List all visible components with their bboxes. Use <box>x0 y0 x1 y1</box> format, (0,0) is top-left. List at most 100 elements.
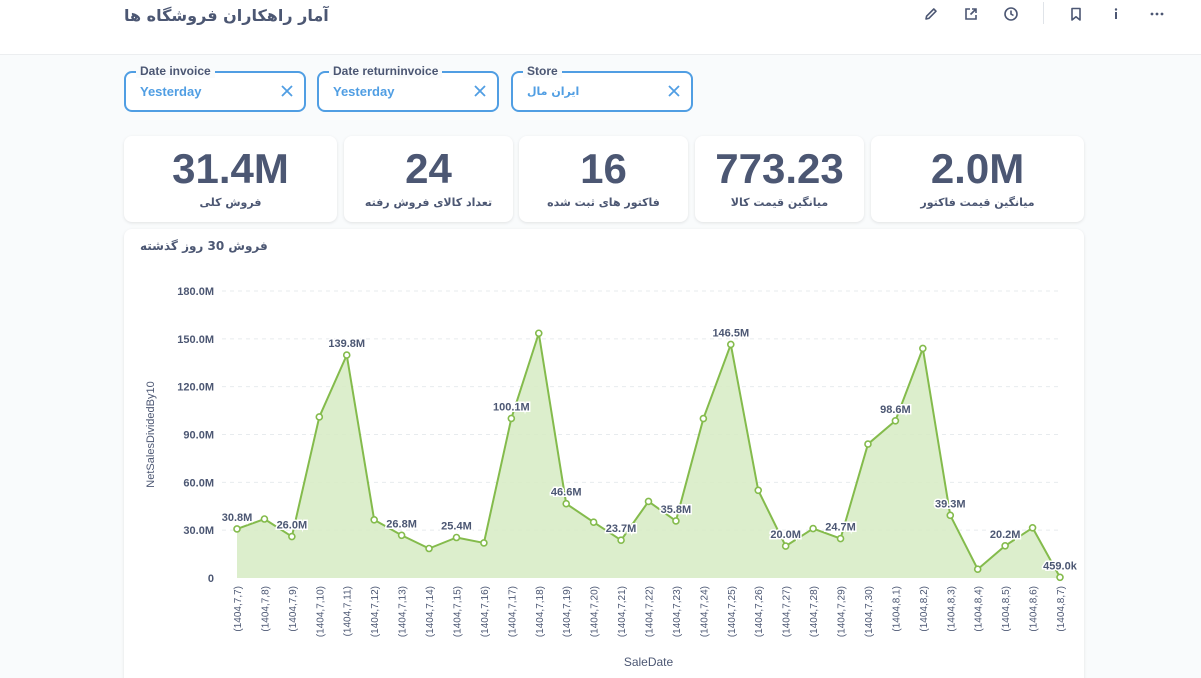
x-tick-label: (1404,7,13) <box>398 586 409 637</box>
close-icon[interactable] <box>280 84 294 98</box>
y-tick-label: 90.0M <box>183 430 214 442</box>
filter-date-returninvoice[interactable]: Date returninvoice Yesterday <box>317 64 499 112</box>
data-label: 24.7M <box>825 522 856 534</box>
data-label: 39.3M <box>935 498 966 510</box>
x-tick-label: (1404,7,10) <box>315 586 326 637</box>
data-point <box>754 486 763 495</box>
pencil-icon[interactable] <box>921 4 941 24</box>
kpi-card-avg-item-price: 773.23 میانگین قیمت کالا <box>695 136 864 222</box>
x-tick-label: (1404,7,9) <box>288 586 299 632</box>
data-point <box>507 414 516 423</box>
x-tick-label: (1404,7,12) <box>370 586 381 637</box>
dashboard-title: آمار راهکاران فروشگاه ها <box>124 6 329 25</box>
x-tick-label: (1404,7,20) <box>590 586 601 637</box>
data-label: 23.7M <box>606 523 637 535</box>
filter-value: Yesterday <box>140 84 202 99</box>
data-label: 20.0M <box>770 529 801 541</box>
x-tick-label: (1404,8,6) <box>1029 586 1040 632</box>
data-point <box>370 516 378 524</box>
x-tick-label: (1404,8,5) <box>1001 586 1012 632</box>
close-icon[interactable] <box>473 84 487 98</box>
ellipsis-icon[interactable] <box>1147 4 1167 24</box>
filter-label: Date returninvoice <box>329 64 443 78</box>
kpi-value: 2.0M <box>930 145 1025 192</box>
data-label: 98.6M <box>880 404 911 416</box>
data-point <box>973 565 982 574</box>
chart-title: فروش 30 روز گذشته <box>140 239 268 253</box>
y-tick-label: 180.0M <box>177 286 214 298</box>
x-tick-label: (1404,7,8) <box>260 586 271 632</box>
data-label: 25.4M <box>441 521 472 533</box>
kpi-value: 773.23 <box>715 145 844 192</box>
data-point <box>425 544 433 553</box>
y-tick-label: 120.0M <box>177 382 214 394</box>
x-tick-label: (1404,7,29) <box>837 586 848 637</box>
kpi-card-total-sales: 31.4M فروش کلی <box>124 136 337 222</box>
kpi-label: میانگین قیمت فاکتور <box>920 196 1035 209</box>
data-point <box>836 534 845 543</box>
data-point <box>699 414 708 423</box>
kpi-label: تعداد کالای فروش رفته <box>364 196 493 209</box>
x-tick-label: (1404,7,16) <box>480 586 491 637</box>
data-point <box>946 511 955 520</box>
data-label: 26.0M <box>277 520 308 532</box>
x-tick-label: (1404,7,30) <box>864 586 875 637</box>
kpi-card-items-sold: 24 تعداد کالای فروش رفته <box>344 136 513 222</box>
data-point <box>644 497 653 506</box>
kpi-label: میانگین قیمت کالا <box>730 196 829 209</box>
data-label: 146.5M <box>712 327 749 339</box>
info-icon[interactable] <box>1106 4 1126 24</box>
data-point <box>589 518 598 526</box>
x-tick-label: (1404,7,19) <box>562 586 573 637</box>
x-tick-label: (1404,7,11) <box>343 586 354 636</box>
data-point <box>452 533 461 542</box>
data-point <box>260 515 269 523</box>
sales-area-chart[interactable]: 0 30.0M 60.0M 90.0M 120.0M 150.0M 180.0M 30.8M 2… <box>124 229 1084 678</box>
close-icon[interactable] <box>667 84 681 98</box>
data-point <box>233 525 241 533</box>
bookmark-icon[interactable] <box>1066 4 1086 24</box>
x-tick-label: (1404,7,26) <box>754 586 765 637</box>
y-tick-label: 0 <box>208 573 214 585</box>
data-label: 46.6M <box>551 487 582 499</box>
x-tick-label: (1404,7,7) <box>233 586 244 632</box>
x-tick-label: (1404,8,7) <box>1056 586 1067 632</box>
data-label: 35.8M <box>661 504 692 516</box>
data-point <box>726 340 735 349</box>
x-tick-label: (1404,7,21) <box>617 586 628 637</box>
x-tick-label: (1404,7,23) <box>672 586 683 637</box>
filter-store[interactable]: Store ایران مال <box>511 64 693 112</box>
data-point <box>891 416 900 425</box>
data-point <box>315 413 324 421</box>
kpi-card-avg-invoice-price: 2.0M میانگین قیمت فاکتور <box>871 136 1084 222</box>
data-point <box>809 524 817 533</box>
data-point <box>534 329 543 338</box>
data-point <box>919 344 927 353</box>
external-link-icon[interactable] <box>961 4 981 24</box>
series-area <box>237 333 1060 578</box>
kpi-card-invoices: 16 فاکتور های ثبت شده <box>519 136 688 222</box>
y-tick-label: 30.0M <box>183 525 214 537</box>
filter-label: Date invoice <box>136 64 215 78</box>
x-tick-label: (1404,7,22) <box>645 586 656 637</box>
data-label: 139.8M <box>328 338 365 350</box>
x-tick-label: (1404,7,15) <box>452 586 463 637</box>
clock-icon[interactable] <box>1001 4 1021 24</box>
x-tick-label: (1404,8,1) <box>891 586 902 632</box>
kpi-label: فاکتور های ثبت شده <box>547 196 660 209</box>
x-axis-label: SaleDate <box>624 655 674 669</box>
x-tick-label: (1404,7,14) <box>425 586 436 637</box>
data-point <box>864 440 872 448</box>
toolbar-divider <box>1043 2 1044 24</box>
data-point <box>480 539 488 547</box>
kpi-value: 31.4M <box>172 145 289 192</box>
y-axis-label: NetSalesDividedBy10 <box>145 381 157 487</box>
data-label: 26.8M <box>386 518 417 530</box>
data-point <box>617 536 625 545</box>
sales-chart-card: 0 30.0M 60.0M 90.0M 120.0M 150.0M 180.0M 30.8M 2… <box>124 229 1084 678</box>
x-tick-label: (1404,7,24) <box>699 586 710 637</box>
filter-date-invoice[interactable]: Date invoice Yesterday <box>124 64 306 112</box>
data-point <box>342 351 351 359</box>
y-tick-label: 150.0M <box>177 334 214 346</box>
dashboard-header: آمار راهکاران فروشگاه ها <box>0 0 1201 55</box>
